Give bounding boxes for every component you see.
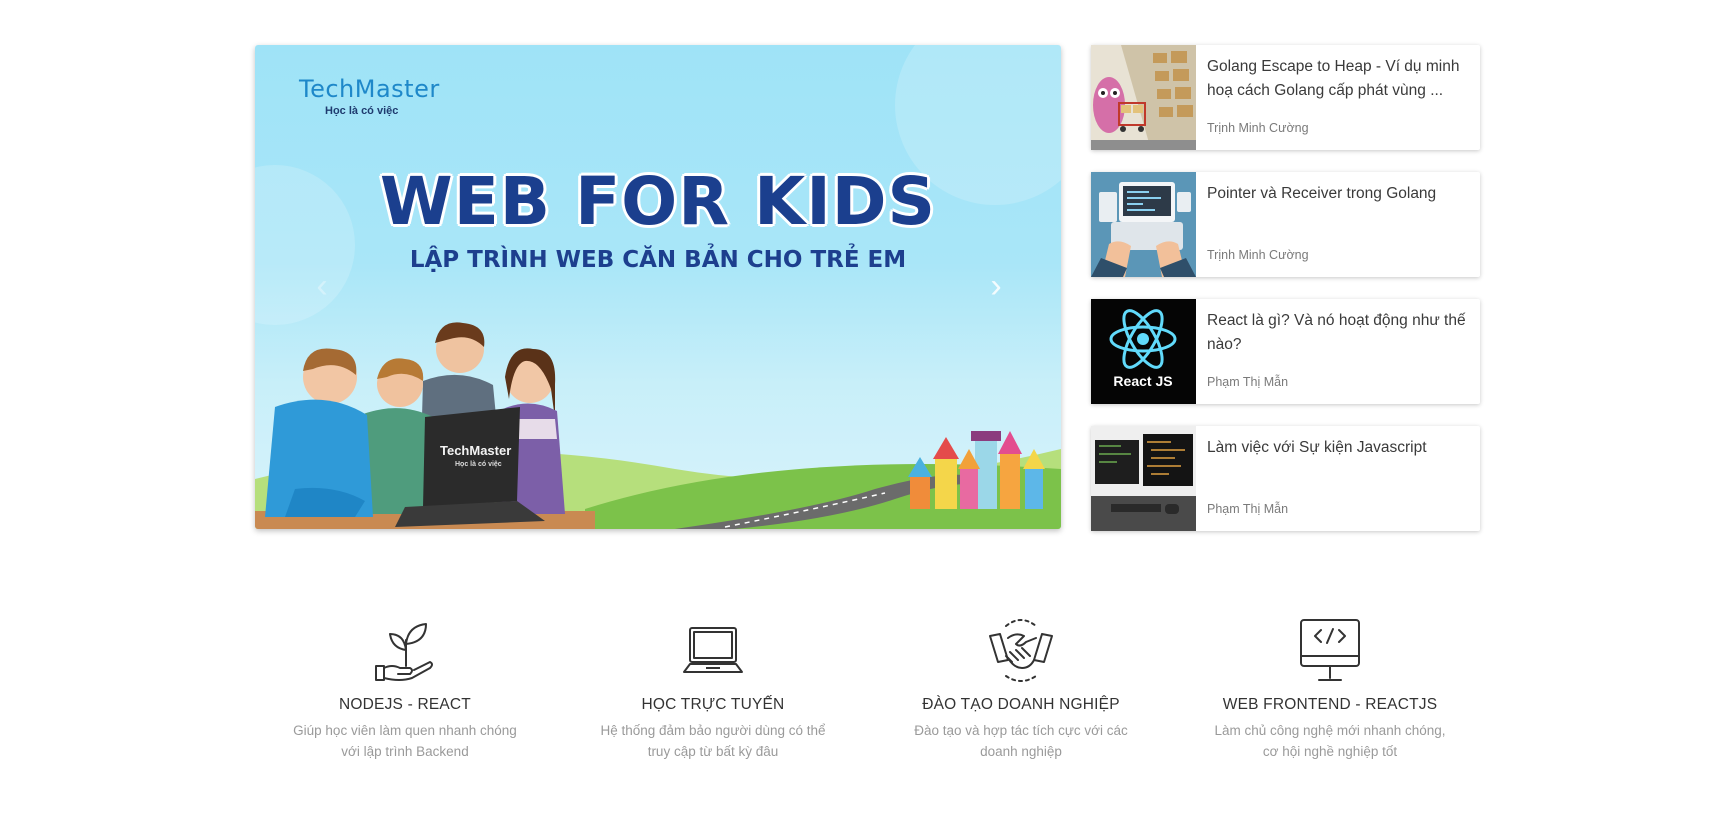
feature-title: NODEJS - REACT bbox=[339, 696, 471, 713]
article-author: Phạm Thị Mẫn bbox=[1207, 375, 1289, 389]
article-author: Trịnh Minh Cường bbox=[1207, 248, 1309, 262]
feature-item: ĐÀO TẠO DOANH NGHIỆP Đào tạo và hợp tác … bbox=[891, 616, 1151, 762]
brand-name: TechMaster bbox=[299, 75, 440, 103]
feature-item: NODEJS - REACT Giúp học viên làm quen nh… bbox=[275, 616, 535, 762]
features-section: NODEJS - REACT Giúp học viên làm quen nh… bbox=[255, 616, 1480, 766]
handshake-icon bbox=[986, 616, 1056, 686]
article-title[interactable]: Làm việc với Sự kiện Javascript bbox=[1207, 436, 1468, 460]
article-title[interactable]: Golang Escape to Heap - Ví dụ minh hoạ c… bbox=[1207, 55, 1468, 103]
kids-laptop-illustration: TechMaster Học là có việc bbox=[255, 322, 595, 529]
article-title[interactable]: React là gì? Và nó hoạt động như thế nào… bbox=[1207, 309, 1468, 357]
feature-description: Đào tạo và hợp tác tích cực với các doan… bbox=[914, 723, 1128, 759]
article-list: Golang Escape to Heap - Ví dụ minh hoạ c… bbox=[1091, 45, 1480, 553]
banner-subtitle: LẬP TRÌNH WEB CĂN BẢN CHO TRẺ EM bbox=[409, 247, 907, 273]
article-card[interactable]: Pointer và Receiver trong Golang Trịnh M… bbox=[1091, 172, 1480, 277]
react-thumb-label: React JS bbox=[1113, 373, 1172, 389]
feature-description: Giúp học viên làm quen nhanh chóng với l… bbox=[293, 723, 517, 759]
banner-slider[interactable]: TechMaster Học là có việc WEB FOR KIDS L… bbox=[255, 45, 1061, 529]
article-thumbnail[interactable] bbox=[1091, 172, 1196, 277]
feature-description: Hệ thống đảm bảo người dùng có thể truy … bbox=[600, 723, 826, 759]
article-card[interactable]: React JS React là gì? Và nó hoạt động nh… bbox=[1091, 299, 1480, 404]
code-monitors-photo bbox=[1091, 426, 1196, 531]
techmaster-logo: TechMaster Học là có việc bbox=[299, 75, 440, 117]
feature-title: HỌC TRỰC TUYẾN bbox=[641, 696, 785, 713]
article-body: Làm việc với Sự kiện Javascript Phạm Thị… bbox=[1196, 426, 1480, 531]
banner-title: WEB FOR KIDS bbox=[379, 163, 937, 240]
article-body: Golang Escape to Heap - Ví dụ minh hoạ c… bbox=[1196, 45, 1480, 150]
brand-tagline: Học là có việc bbox=[325, 105, 399, 117]
article-body: React là gì? Và nó hoạt động như thế nào… bbox=[1196, 299, 1480, 404]
feature-description: Làm chủ công nghệ mới nhanh chóng, cơ hộ… bbox=[1214, 723, 1446, 759]
article-thumbnail[interactable]: React JS bbox=[1091, 299, 1196, 404]
article-author: Trịnh Minh Cường bbox=[1207, 121, 1309, 135]
react-logo-icon: React JS bbox=[1091, 299, 1196, 404]
article-title[interactable]: Pointer và Receiver trong Golang bbox=[1207, 182, 1468, 206]
article-card[interactable]: Golang Escape to Heap - Ví dụ minh hoạ c… bbox=[1091, 45, 1480, 150]
feature-title: WEB FRONTEND - REACTJS bbox=[1222, 696, 1438, 713]
laptop-tagline-label: Học là có việc bbox=[455, 461, 502, 468]
laptop-brand-label: TechMaster bbox=[440, 443, 511, 458]
feature-title: ĐÀO TẠO DOANH NGHIỆP bbox=[922, 696, 1120, 713]
brand-name-text: TechMaster bbox=[299, 75, 440, 103]
article-thumbnail[interactable] bbox=[1091, 45, 1196, 150]
laptop-typing-illustration bbox=[1091, 172, 1196, 277]
slider-next-arrow[interactable]: › bbox=[981, 267, 1011, 305]
warehouse-gopher-illustration bbox=[1091, 45, 1196, 150]
feature-item: WEB FRONTEND - REACTJS Làm chủ công nghệ… bbox=[1200, 616, 1460, 762]
plant-hand-icon bbox=[370, 616, 440, 686]
article-thumbnail[interactable] bbox=[1091, 426, 1196, 531]
article-body: Pointer và Receiver trong Golang Trịnh M… bbox=[1196, 172, 1480, 277]
monitor-code-icon bbox=[1295, 616, 1365, 686]
feature-item: HỌC TRỰC TUYẾN Hệ thống đảm bảo người dù… bbox=[583, 616, 843, 762]
article-author: Phạm Thị Mẫn bbox=[1207, 502, 1289, 516]
laptop-icon bbox=[678, 616, 748, 686]
article-card[interactable]: Làm việc với Sự kiện Javascript Phạm Thị… bbox=[1091, 426, 1480, 531]
